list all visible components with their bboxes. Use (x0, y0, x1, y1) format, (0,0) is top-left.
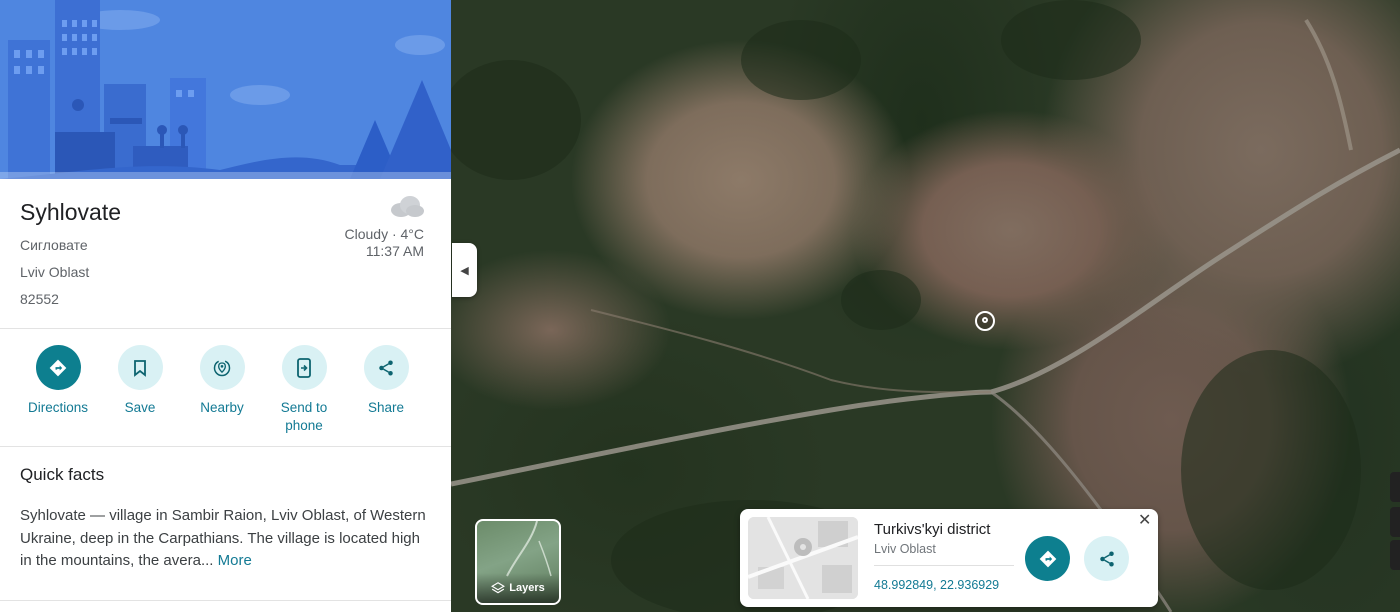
bookmark-icon (134, 359, 146, 377)
send-to-phone-icon (297, 357, 311, 378)
save-button[interactable]: Save (99, 345, 181, 417)
weather-condition: Cloudy · 4°C (344, 226, 424, 242)
directions-icon (1039, 550, 1056, 567)
nearby-button-circle[interactable] (199, 345, 245, 390)
collapse-panel-button[interactable]: ◀ (452, 243, 477, 297)
map-control-button[interactable] (1390, 507, 1400, 537)
quick-facts-title: Quick facts (20, 465, 105, 484)
share-label: Share (367, 400, 405, 415)
directions-button-circle[interactable] (35, 345, 81, 390)
divider (0, 328, 451, 329)
send-to-phone-button-circle[interactable] (281, 345, 327, 390)
more-link[interactable]: More (218, 552, 252, 569)
share-button[interactable]: Share (345, 345, 427, 417)
place-title: Syhlovate (20, 199, 122, 225)
hero-illustration (0, 0, 451, 179)
card-coordinates[interactable]: 48.992849, 22.936929 (874, 578, 999, 592)
cloud-icon (391, 196, 424, 217)
map-control-button[interactable] (1390, 540, 1400, 570)
directions-icon (49, 359, 67, 376)
directions-button[interactable]: Directions (17, 345, 99, 417)
weather-time: 11:37 AM (365, 243, 424, 259)
nearby-icon (213, 359, 231, 376)
city-illustration (0, 0, 451, 179)
map-control-button[interactable] (1390, 472, 1400, 502)
close-icon[interactable]: ✕ (1138, 513, 1151, 529)
place-postal-code: 82552 (20, 291, 59, 307)
place-region: Lviv Oblast (20, 264, 90, 280)
card-subtitle: Lviv Oblast (874, 542, 936, 556)
nearby-button[interactable]: Nearby (181, 345, 263, 417)
divider (0, 600, 451, 601)
nearby-label: Nearby (200, 400, 244, 415)
share-button-circle[interactable] (363, 345, 409, 390)
save-button-circle[interactable] (117, 345, 163, 390)
weather-info: Cloudy · 4°C 11:37 AM (344, 226, 424, 260)
card-share-button[interactable] (1084, 536, 1129, 581)
place-thumbnail[interactable] (748, 517, 858, 599)
card-directions-button[interactable] (1025, 536, 1070, 581)
place-details-panel: Syhlovate Сигловате Lviv Oblast 82552 Cl… (0, 0, 451, 612)
card-divider (874, 565, 1014, 566)
save-label: Save (124, 400, 156, 415)
directions-label: Directions (27, 400, 89, 415)
layers-label: Layers (509, 582, 545, 594)
share-icon (379, 360, 393, 375)
send-to-phone-button[interactable]: Send to phone (263, 345, 345, 434)
place-local-name: Сигловате (20, 237, 88, 253)
location-pin-icon[interactable] (975, 311, 995, 331)
quick-facts-text: Syhlovate — village in Sambir Raion, Lvi… (20, 505, 435, 573)
map-thumbnail-image (748, 517, 858, 599)
card-title: Turkivs'kyi district (874, 521, 991, 538)
place-info-card[interactable]: Turkivs'kyi district Lviv Oblast 48.9928… (740, 509, 1158, 607)
send-to-phone-label: Send to phone (280, 400, 328, 433)
layers-button[interactable]: Layers (475, 519, 561, 605)
share-icon (1099, 551, 1114, 566)
chevron-left-icon: ◀ (460, 264, 469, 277)
divider (0, 446, 451, 447)
layers-icon (491, 582, 506, 594)
